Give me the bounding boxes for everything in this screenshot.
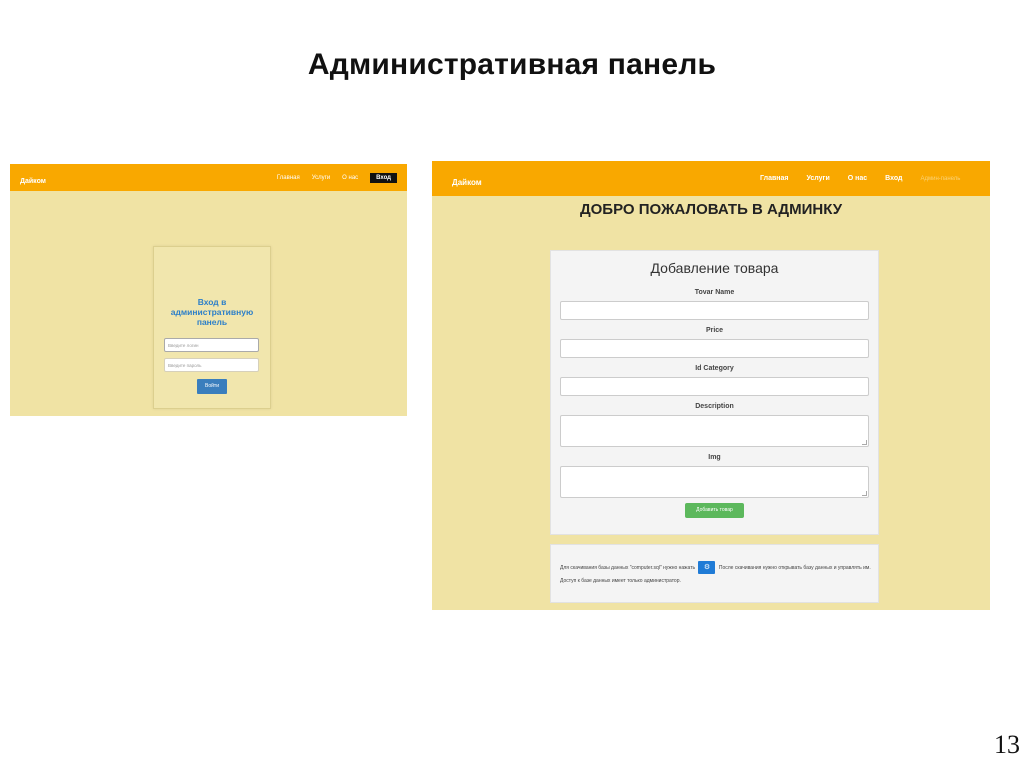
database-info-text: Для скачивания базы данных "computer.sql…: [560, 561, 872, 588]
login-page-screenshot: Дайком Главная Услуги О нас Вход Вход в …: [10, 164, 407, 416]
nav-item-about[interactable]: О нас: [848, 175, 867, 182]
login-title-line: панель: [196, 317, 228, 327]
login-input[interactable]: Введите логин: [164, 338, 259, 352]
login-button[interactable]: Войти: [197, 379, 227, 394]
info-text-before: Для скачивания базы данных "computer.sql…: [560, 564, 696, 571]
id-category-input[interactable]: [560, 377, 869, 396]
price-input[interactable]: [560, 339, 869, 358]
nav-item-about[interactable]: О нас: [342, 175, 358, 181]
login-title: Вход в административную панель: [154, 297, 270, 327]
download-icon[interactable]: ⚙: [698, 561, 716, 574]
field-label-tovar-name: Tovar Name: [694, 289, 735, 296]
field-label-img: Img: [708, 454, 721, 461]
nav-item-home[interactable]: Главная: [760, 175, 788, 182]
nav-menu: Главная Услуги О нас Вход: [277, 173, 397, 183]
nav-item-login[interactable]: Вход: [885, 175, 902, 182]
field-label-description: Description: [695, 403, 734, 410]
nav-menu: Главная Услуги О нас Вход Админ-панель: [760, 175, 960, 182]
navbar: Дайком Главная Услуги О нас Вход: [10, 164, 407, 191]
brand-logo[interactable]: Дайком: [452, 178, 482, 187]
nav-item-services[interactable]: Услуги: [806, 175, 829, 182]
nav-item-admin-panel[interactable]: Админ-панель: [920, 176, 960, 182]
tovar-name-input[interactable]: [560, 301, 869, 320]
form-title: Добавление товара: [650, 260, 779, 276]
description-textarea[interactable]: [560, 415, 869, 447]
password-input[interactable]: Введите пароль: [164, 358, 259, 372]
add-product-form: Добавление товара Tovar Name Price Id Ca…: [550, 250, 879, 535]
database-info-card: Для скачивания базы данных "computer.sql…: [550, 544, 879, 603]
login-card: Вход в административную панель Введите л…: [153, 246, 271, 409]
slide-title: Административная панель: [307, 48, 717, 81]
field-label-price: Price: [705, 327, 724, 334]
add-product-button[interactable]: Добавить товар: [685, 503, 744, 518]
welcome-heading: ДОБРО ПОЖАЛОВАТЬ В АДМИНКУ: [579, 201, 843, 218]
img-textarea[interactable]: [560, 466, 869, 498]
admin-page-screenshot: Дайком Главная Услуги О нас Вход Админ-п…: [432, 161, 990, 610]
nav-item-login[interactable]: Вход: [370, 173, 397, 183]
nav-item-home[interactable]: Главная: [277, 175, 300, 181]
brand-logo[interactable]: Дайком: [20, 178, 46, 185]
nav-item-services[interactable]: Услуги: [312, 175, 330, 181]
login-title-line: Вход в: [197, 297, 227, 307]
login-title-line: административную: [170, 307, 254, 317]
field-label-id-category: Id Category: [695, 365, 734, 372]
navbar: Дайком Главная Услуги О нас Вход Админ-п…: [432, 161, 990, 196]
slide-number: 13: [994, 730, 1020, 759]
